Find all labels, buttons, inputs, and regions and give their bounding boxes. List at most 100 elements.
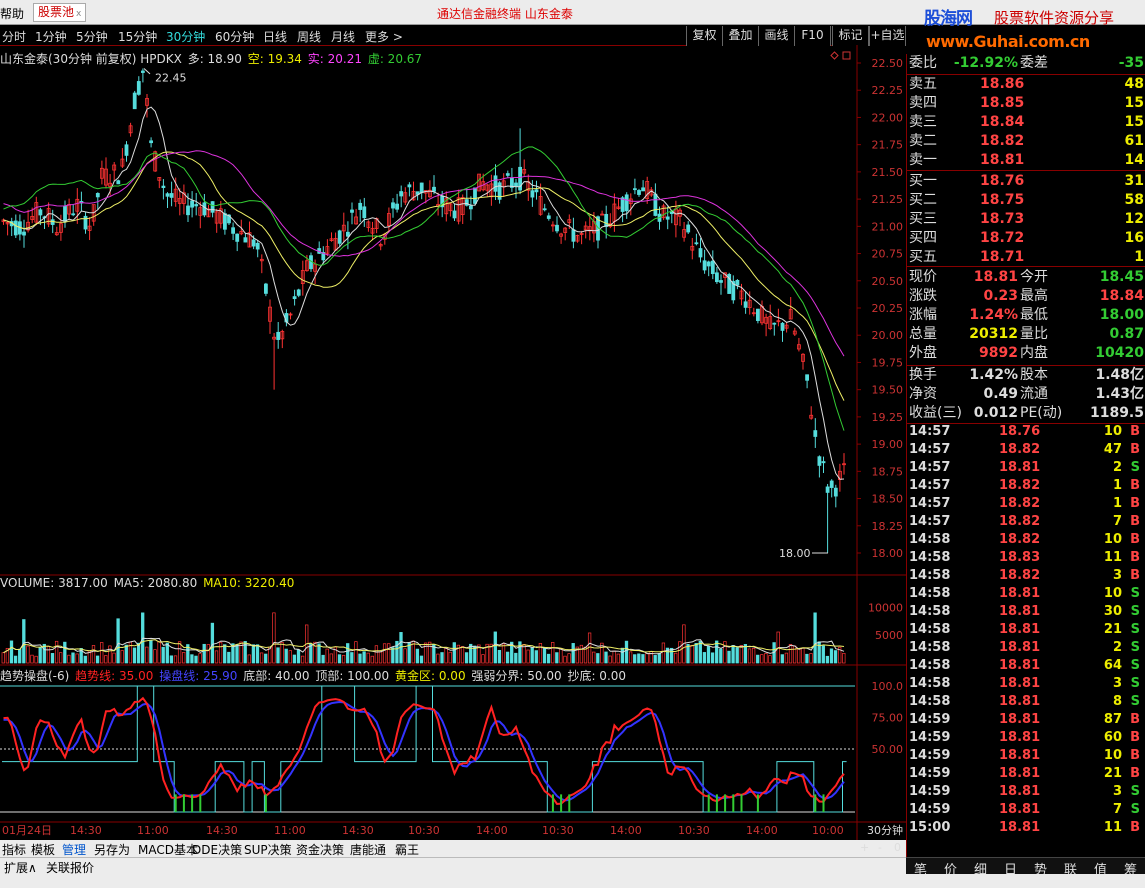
volume-bar: [555, 652, 559, 664]
tick-time: 14:57: [909, 460, 951, 475]
indicator-tab[interactable]: 唐能通: [350, 841, 386, 858]
ask-price: 18.81: [980, 152, 1025, 168]
volume-bar: [813, 612, 817, 664]
volume-bar: [9, 640, 14, 664]
tick-price: 18.82: [999, 514, 1041, 529]
tick-side: S: [1130, 586, 1140, 601]
candle-body: [686, 224, 691, 233]
tick-price: 18.81: [999, 748, 1041, 763]
indicator-tab[interactable]: 另存为: [94, 841, 130, 858]
divider: [907, 74, 1145, 75]
ask-volume: 15: [1124, 95, 1144, 111]
high-marker: [143, 68, 151, 75]
volume-bar: [657, 653, 661, 664]
quote-row: 涨幅 1.24% 最低 18.00: [907, 306, 1145, 325]
volume-bar: [645, 653, 649, 664]
indicator-tab[interactable]: 指标: [2, 841, 26, 858]
tick-time: 14:58: [909, 550, 951, 565]
divider: [907, 266, 1145, 267]
period-tab[interactable]: 周线: [297, 28, 321, 45]
volume-bar: [460, 646, 465, 664]
bid-price: 18.73: [980, 211, 1025, 227]
candle-body: [358, 202, 363, 210]
volume-bar: [223, 644, 227, 664]
price-axis-label: 18.25: [872, 520, 904, 533]
zoom-reset-button[interactable]: 0: [894, 841, 901, 854]
tick-row: 14:57 18.82 7 B: [907, 513, 1145, 531]
period-tab[interactable]: 5分钟: [76, 28, 108, 45]
period-tab[interactable]: 分时: [2, 28, 26, 45]
help-menu[interactable]: 帮助: [0, 5, 24, 22]
tick-row: 14:57 18.82 47 B: [907, 441, 1145, 459]
draw-line-button[interactable]: 画线: [758, 26, 795, 46]
time-axis-label: 10:30: [678, 824, 710, 837]
price-axis-label: 21.25: [872, 193, 904, 206]
volume-bar: [842, 652, 846, 664]
period-more[interactable]: 更多 >: [365, 28, 403, 45]
diamond-icon[interactable]: [830, 51, 839, 60]
close-icon[interactable]: x: [76, 9, 81, 19]
period-tab[interactable]: 日线: [263, 28, 287, 45]
time-axis-label: 01月24日: [2, 824, 52, 837]
ask-volume: 14: [1124, 152, 1144, 168]
volume-bar: [350, 652, 354, 664]
indicator-info: 趋势操盘(-6) 趋势线: 35.00 操盘线: 25.90 底部: 40.00…: [0, 667, 628, 684]
quote-row: 收益(三) 0.012 PE(动) 1189.5: [907, 404, 1145, 423]
volume-bar: [514, 652, 518, 664]
kline-chart[interactable]: 22.50 22.25 22.00 21.75 21.50 21.25 21.00 20.75…: [0, 45, 906, 840]
candle-body: [571, 229, 576, 242]
zoom-in-button[interactable]: +: [860, 841, 869, 854]
candle-body: [473, 187, 477, 204]
tick-price: 18.81: [999, 766, 1041, 781]
indicator-tab[interactable]: 资金决策: [296, 841, 344, 858]
period-tab[interactable]: 月线: [331, 28, 355, 45]
add-favorite-button[interactable]: +自选: [869, 26, 906, 46]
volume-bar: [13, 655, 18, 664]
candle-body: [633, 188, 637, 191]
volume-bar: [296, 649, 301, 664]
candle-body: [345, 231, 350, 237]
period-tab[interactable]: 15分钟: [118, 28, 157, 45]
stock-pool-tab[interactable]: 股票池 x: [33, 3, 87, 22]
period-tab-selected[interactable]: 30分钟: [166, 28, 205, 45]
volume-label: VOLUME: 3817.00: [0, 576, 108, 590]
volume-bar: [227, 651, 231, 664]
indicator-tab[interactable]: 模板: [31, 841, 55, 858]
candle-body: [71, 213, 76, 216]
tick-volume: 8: [1112, 694, 1122, 709]
volume-bar: [526, 649, 530, 664]
candle-body: [542, 208, 547, 211]
overlay-button[interactable]: 叠加: [722, 26, 759, 46]
tick-volume: 21: [1103, 766, 1122, 781]
volume-bar: [67, 654, 71, 664]
time-axis-label: 14:00: [476, 824, 508, 837]
tick-row: 14:59 18.81 10 B: [907, 747, 1145, 765]
volume-bar: [653, 655, 657, 664]
stock-pool-tab-label: 股票池: [38, 5, 75, 19]
tick-side: B: [1130, 478, 1140, 493]
logo-slogan: 股票软件资源分享: [994, 9, 1115, 27]
volume-bar: [358, 653, 362, 664]
high-annotation: 22.45: [155, 71, 187, 84]
tick-side: B: [1130, 424, 1140, 439]
tick-time: 14:58: [909, 658, 951, 673]
indicator-tab[interactable]: 霸王: [395, 841, 419, 858]
price-axis-label: 19.50: [872, 384, 904, 397]
candle-body: [243, 237, 248, 243]
mark-button[interactable]: 标记: [832, 26, 869, 46]
indicator-tab[interactable]: SUP决策: [244, 841, 292, 858]
volume-bar: [735, 647, 739, 664]
restore-icon[interactable]: [842, 51, 851, 60]
period-tab[interactable]: 1分钟: [35, 28, 67, 45]
volume-bar: [259, 652, 264, 664]
volume-bar: [63, 641, 67, 664]
ask-level: 卖四: [909, 95, 937, 111]
f10-button[interactable]: F10: [794, 26, 831, 46]
zoom-out-button[interactable]: -: [878, 841, 882, 854]
period-tab[interactable]: 60分钟: [215, 28, 254, 45]
candle-body: [407, 184, 412, 188]
fuquan-button[interactable]: 复权: [686, 26, 723, 46]
indicator-tab[interactable]: MACD基本: [138, 841, 198, 858]
indicator-tab[interactable]: 管理: [62, 841, 86, 858]
indicator-tab[interactable]: DDE决策: [192, 841, 242, 858]
